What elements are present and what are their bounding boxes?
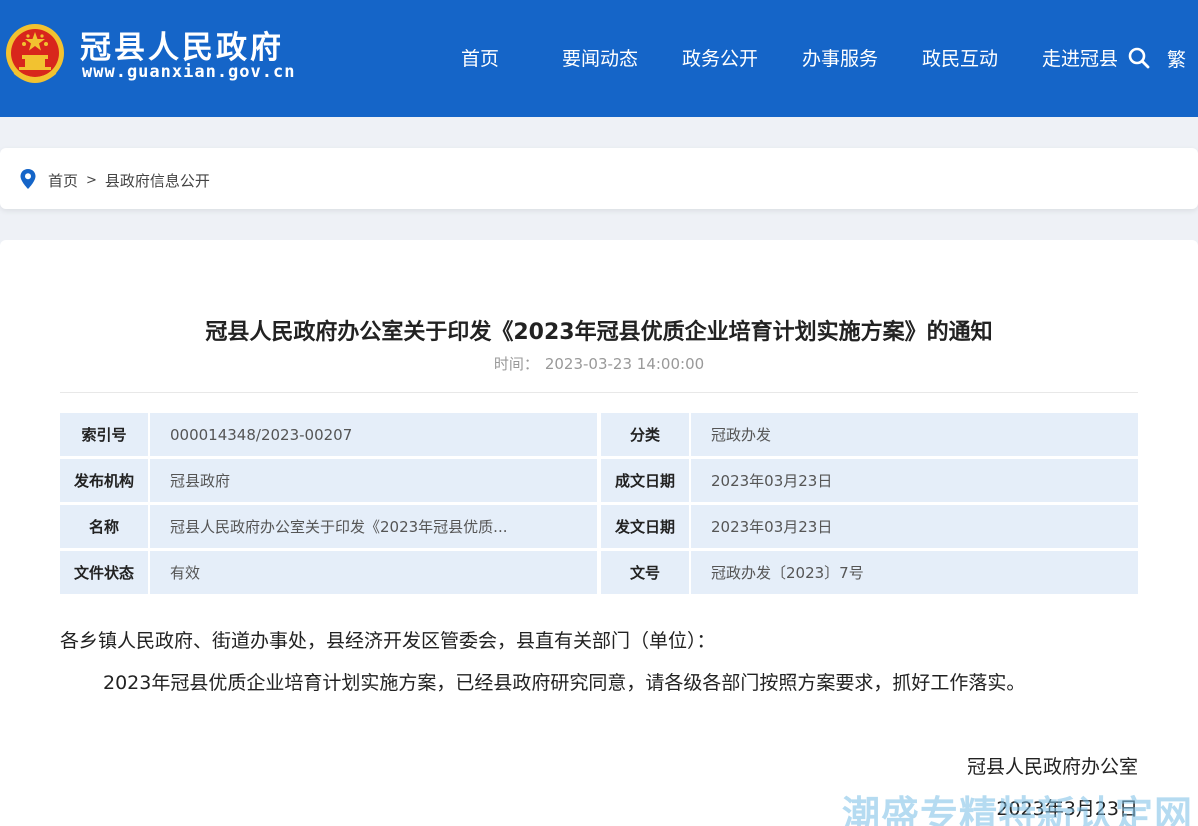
meta-key: 文号 [601,551,689,594]
nav-item-interaction[interactable]: 政民互动 [900,44,1020,71]
meta-key: 成文日期 [601,459,689,502]
page-title: 冠县人民政府办公室关于印发《2023年冠县优质企业培育计划实施方案》的通知 [205,320,993,345]
table-row: 名称 冠县人民政府办公室关于印发《2023年冠县优质... 发文日期 2023年… [60,505,1138,548]
meta-value: 2023年03月23日 [691,505,1138,548]
salutation: 各乡镇人民政府、街道办事处，县经济开发区管委会，县直有关部门（单位）： [60,630,716,652]
nav-item-about[interactable]: 走进冠县 [1020,44,1140,71]
meta-value: 冠县人民政府办公室关于印发《2023年冠县优质... [150,505,597,548]
breadcrumb-info-disclosure[interactable]: 县政府信息公开 [105,170,210,191]
signature-org: 冠县人民政府办公室 [966,756,1138,778]
site-header: 冠县人民政府 www.guanxian.gov.cn 首页 要闻动态 政务公开 … [0,0,1198,117]
time-label: 时间： [493,355,539,373]
document-meta-table: 索引号 000014348/2023-00207 分类 冠政办发 发布机构 冠县… [60,413,1138,597]
table-row: 文件状态 有效 文号 冠政办发〔2023〕7号 [60,551,1138,594]
meta-key: 发布机构 [60,459,148,502]
table-row: 索引号 000014348/2023-00207 分类 冠政办发 [60,413,1138,456]
publish-time: 时间： 2023-03-23 14:00:00 [0,353,1198,374]
meta-value: 有效 [150,551,597,594]
search-icon[interactable] [1127,46,1151,70]
meta-key: 名称 [60,505,148,548]
meta-key: 发文日期 [601,505,689,548]
meta-value: 000014348/2023-00207 [150,413,597,456]
meta-key: 分类 [601,413,689,456]
meta-key: 文件状态 [60,551,148,594]
national-emblem-logo[interactable] [4,22,66,88]
traditional-chinese-toggle[interactable]: 繁 [1167,45,1186,72]
site-url: www.guanxian.gov.cn [82,62,296,82]
site-name[interactable]: 冠县人民政府 [80,22,284,67]
main-nav: 首页 要闻动态 政务公开 办事服务 政民互动 走进冠县 [420,44,1140,71]
meta-value: 冠政办发 [691,413,1138,456]
location-pin-icon [20,169,36,189]
breadcrumb-separator: > [86,173,97,188]
nav-item-news[interactable]: 要闻动态 [540,44,660,71]
watermark: 潮盛专精特新认定网 [842,793,1194,826]
meta-value: 2023年03月23日 [691,459,1138,502]
breadcrumb: 首页 > 县政府信息公开 [48,170,210,191]
body-paragraph: 2023年冠县优质企业培育计划实施方案，已经县政府研究同意，请各级各部门按照方案… [103,672,1026,694]
nav-item-gov-affairs[interactable]: 政务公开 [660,44,780,71]
divider [60,392,1138,393]
meta-value: 冠政办发〔2023〕7号 [691,551,1138,594]
time-value: 2023-03-23 14:00:00 [544,355,705,373]
nav-item-home[interactable]: 首页 [420,44,540,71]
nav-item-services[interactable]: 办事服务 [780,44,900,71]
table-row: 发布机构 冠县政府 成文日期 2023年03月23日 [60,459,1138,502]
meta-key: 索引号 [60,413,148,456]
breadcrumb-home[interactable]: 首页 [48,170,78,191]
meta-value: 冠县政府 [150,459,597,502]
